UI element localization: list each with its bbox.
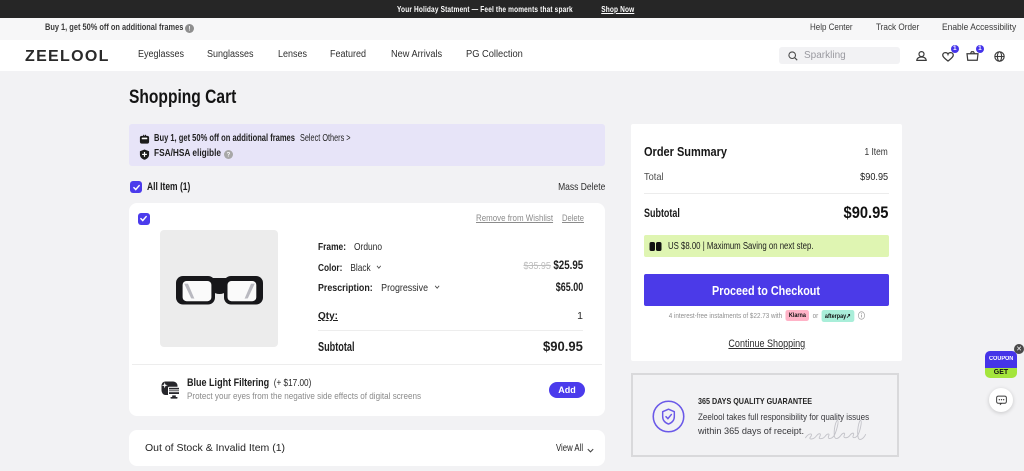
svg-text:?: ? — [227, 153, 231, 159]
svg-text:!: ! — [189, 27, 191, 33]
